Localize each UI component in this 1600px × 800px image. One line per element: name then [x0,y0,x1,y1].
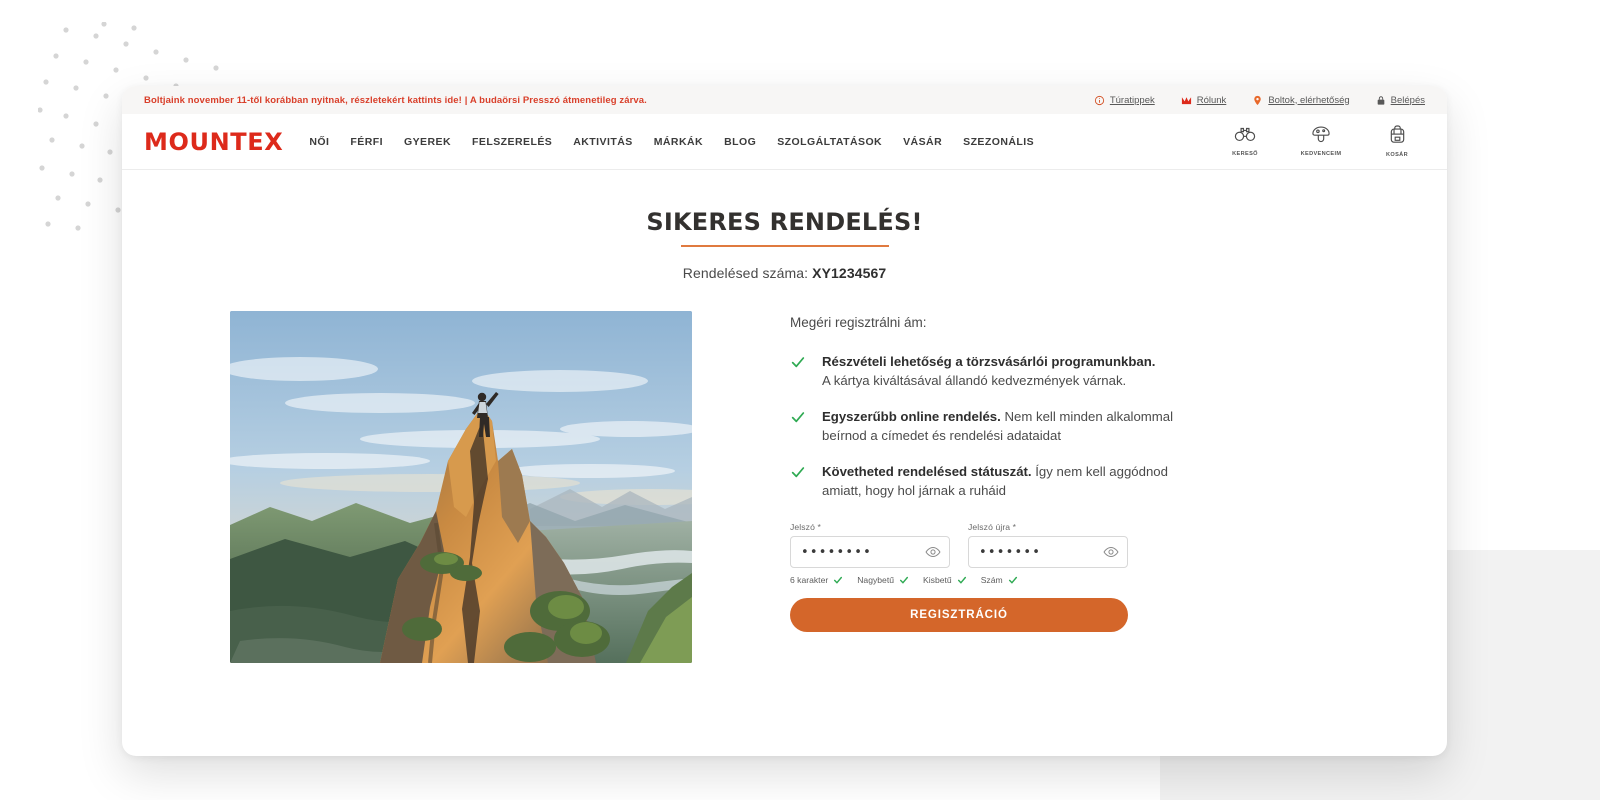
mushroom-icon [1311,125,1331,148]
header-action-search[interactable]: KERESŐ [1221,125,1269,157]
password-rule: Kisbetű [923,575,967,585]
benefit-rest: Így nem kell aggódnod [1031,463,1168,479]
check-icon [1008,575,1018,585]
announcement-bar: Boltjaink november 11-től korábban nyitn… [122,86,1447,114]
utility-link-boltok[interactable]: Boltok, elérhetőség [1252,94,1350,106]
password-rule-label: Nagybetű [857,575,895,586]
nav-item-aktivitas[interactable]: AKTIVITÁS [573,136,632,148]
nav-item-noi[interactable]: NŐI [309,136,329,148]
binoculars-icon [1234,125,1256,148]
password-repeat-input[interactable]: ••••••• [968,536,1128,569]
site-logo[interactable]: MOUNTEX [144,130,283,154]
benefit-second-line: amiatt, hogy hol járnak a ruháid [822,483,1007,499]
browser-page-card: Boltjaink november 11-től korábban nyitn… [122,86,1447,756]
password-repeat-label: Jelszó újra * [968,522,1017,533]
register-button[interactable]: REGISZTRÁCIÓ [790,598,1128,633]
benefit-text: Részvételi lehetőség a törzsvásárlói pro… [822,352,1155,391]
check-icon [899,575,909,585]
nav-item-gyerek[interactable]: GYEREK [404,136,451,148]
benefit-rest: Nem kell minden alkalommal [1000,408,1174,424]
password-input[interactable]: •••••••• [790,536,950,569]
utility-link-rolunk[interactable]: Rólunk [1181,94,1227,106]
benefit-bold: Követheted rendelésed státuszát. [822,463,1032,479]
lock-icon [1376,95,1386,106]
header-action-label: KEDVENCEIM [1300,151,1342,157]
utility-link-belepes[interactable]: Belépés [1376,95,1425,106]
order-number-label: Rendelésed száma: [682,265,813,281]
utility-link-label: Túratippek [1109,94,1155,106]
password-rule-label: 6 karakter [790,575,829,586]
nav-item-vasar[interactable]: VÁSÁR [903,136,942,148]
order-number-value: XY1234567 [812,265,887,281]
benefit-text: Követheted rendelésed státuszát. Így nem… [822,462,1168,501]
benefit-second-line: beírnod a címedet és rendelési adataidat [822,428,1061,444]
password-rule-label: Kisbetű [923,575,952,586]
nav-item-szolgaltatasok[interactable]: SZOLGÁLTATÁSOK [777,136,882,148]
info-circle-icon [1094,95,1105,106]
nav-item-blog[interactable]: BLOG [724,136,756,148]
hiker-on-mountain-peak-photo [230,311,692,663]
benefit-text: Egyszerűbb online rendelés. Nem kell min… [822,407,1173,446]
utility-link-label: Rólunk [1196,94,1227,106]
password-repeat-field-group: Jelszó újra * ••••••• [968,522,1128,569]
check-icon [957,575,967,585]
success-header: SIKERES RENDELÉS! Rendelésed száma: XY12… [122,208,1447,281]
title-underline [680,245,889,247]
benefit-item: Egyszerűbb online rendelés. Nem kell min… [790,407,1339,446]
password-rule: Nagybetű [857,575,909,585]
header-action-cart[interactable]: KOSÁR [1373,125,1421,158]
mountex-m-icon [1181,95,1192,106]
check-icon [833,575,843,585]
benefit-bold: Egyszerűbb online rendelés. [822,408,1001,424]
header-action-favourites[interactable]: KEDVENCEIM [1297,125,1345,157]
benefit-bold: Részvételi lehetőség a törzsvásárlói pro… [822,354,1156,369]
password-rule-label: Szám [980,575,1003,586]
page-title: SIKERES RENDELÉS! [646,208,923,236]
header-action-label: KERESŐ [1232,151,1258,157]
utility-links: Túratippek Rólunk Boltok, elérhetőség Be… [1094,95,1425,106]
password-value: •••••••• [801,544,872,560]
two-column-layout: Megéri regisztrálni ám: Részvételi lehet… [122,311,1447,663]
utility-link-turatippek[interactable]: Túratippek [1094,95,1155,106]
primary-nav: NŐI FÉRFI GYEREK FELSZERELÉS AKTIVITÁS M… [309,136,1034,148]
registration-intro: Megéri regisztrálni ám: [790,315,927,330]
nav-item-szezonalis[interactable]: SZEZONÁLIS [963,136,1034,148]
password-rule: Szám [981,575,1018,585]
page-content: SIKERES RENDELÉS! Rendelésed száma: XY12… [122,170,1447,663]
benefit-second-line: A kártya kiváltásával állandó kedvezmény… [822,373,1127,389]
header-icon-group: KERESŐ KEDVENCEIM KOSÁR [1221,125,1425,158]
main-navigation-bar: MOUNTEX NŐI FÉRFI GYEREK FELSZERELÉS AKT… [122,114,1447,170]
announcement-message[interactable]: Boltjaink november 11-től korábban nyitn… [144,95,647,106]
password-repeat-value: ••••••• [979,544,1042,560]
password-label: Jelszó * [790,522,821,533]
benefit-item: Részvételi lehetőség a törzsvásárlói pro… [790,352,1339,391]
eye-icon[interactable] [1103,544,1119,560]
check-icon [790,354,806,370]
password-rules: 6 karakter Nagybetű Kisbetű Szám [790,575,1339,585]
benefit-item: Követheted rendelésed státuszát. Így nem… [790,462,1339,501]
photo-column [230,311,692,663]
nav-item-ferfi[interactable]: FÉRFI [350,136,383,148]
nav-item-felszereles[interactable]: FELSZERELÉS [472,136,552,148]
order-number-line: Rendelésed száma: XY1234567 [122,265,1447,281]
backpack-icon [1389,125,1406,149]
password-field-group: Jelszó * •••••••• [790,522,950,569]
map-pin-icon [1252,95,1263,106]
check-icon [790,409,806,425]
eye-icon[interactable] [925,544,941,560]
header-action-label: KOSÁR [1386,152,1408,158]
password-rule: 6 karakter [790,575,843,585]
utility-link-label: Belépés [1390,94,1425,106]
password-fields-row: Jelszó * •••••••• Jelszó újra * ••••••• [790,522,1339,569]
utility-link-label: Boltok, elérhetőség [1268,94,1350,106]
check-icon [790,464,806,480]
nav-item-markak[interactable]: MÁRKÁK [654,136,703,148]
registration-column: Megéri regisztrálni ám: Részvételi lehet… [692,311,1339,663]
